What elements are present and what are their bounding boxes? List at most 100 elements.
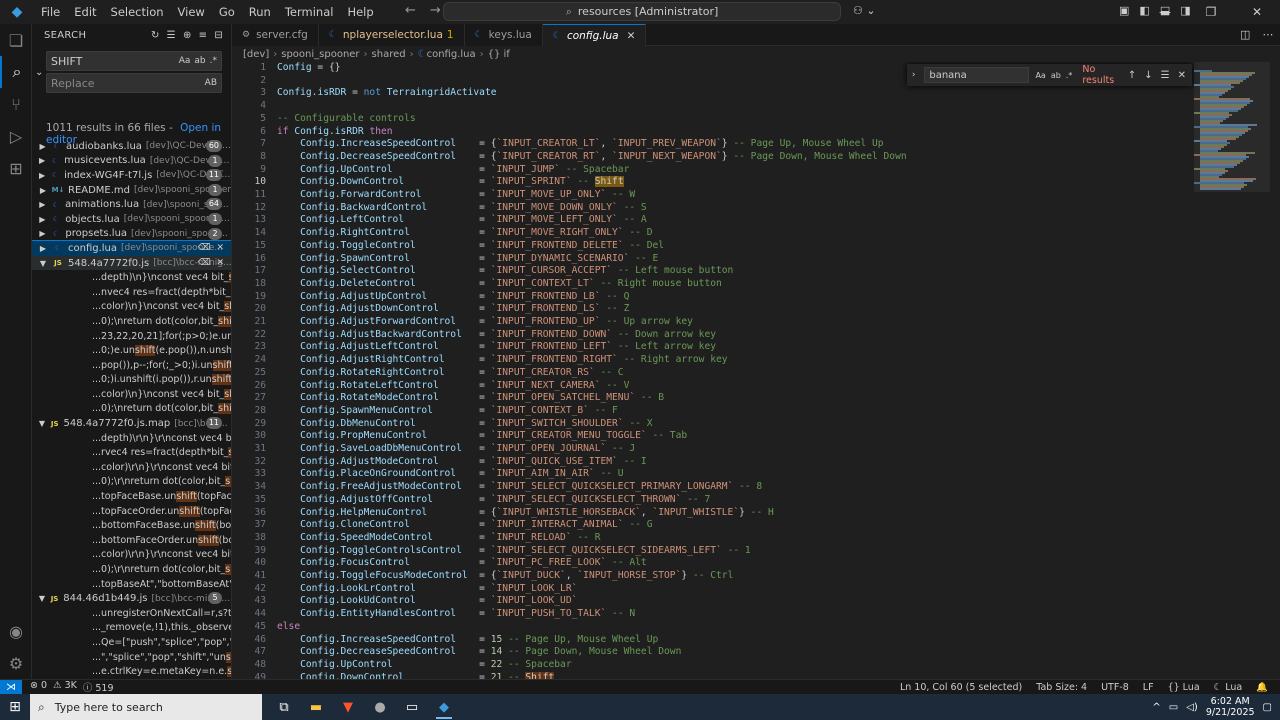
- find-regex-icon[interactable]: .*: [1066, 71, 1073, 80]
- match-whole-word-icon[interactable]: ab: [194, 56, 205, 66]
- replace-input[interactable]: [51, 76, 171, 90]
- app-icon[interactable]: ●: [364, 694, 396, 720]
- dismiss-icon[interactable]: ✕: [216, 243, 224, 253]
- result-match-row[interactable]: ...color)\n}\nconst vec4 bit_shift=vec4(…: [32, 300, 231, 315]
- taskbar-search[interactable]: ⌕ Type here to search: [30, 694, 262, 720]
- result-match-row[interactable]: ...depth)\r\n}\r\nconst vec4 bit_shift=v…: [32, 431, 231, 446]
- search-input-box[interactable]: Aa ab .*: [46, 51, 222, 71]
- extensions-icon[interactable]: ⊞: [0, 152, 32, 184]
- result-match-row[interactable]: ...0);\nreturn dot(color,bit_shift);\n}n…: [32, 314, 231, 329]
- chevron-right-icon[interactable]: ▶: [38, 186, 48, 195]
- result-match-row[interactable]: ...topFaceBase.unshift(topFaceBase.pop()…: [32, 489, 231, 504]
- customize-layout-icon[interactable]: ▣: [1119, 4, 1129, 17]
- tray-chevron-icon[interactable]: ^: [1152, 702, 1160, 713]
- menu-item-run[interactable]: Run: [242, 5, 278, 19]
- back-arrow-icon[interactable]: ←: [405, 3, 416, 18]
- chevron-down-icon[interactable]: ▼: [38, 594, 46, 603]
- result-file-row[interactable]: ▶ ☾ audiobanks.lua [dev]\QC-DevTools\... 60: [32, 139, 231, 154]
- chevron-down-icon[interactable]: ▼: [38, 259, 48, 268]
- brave-browser-icon[interactable]: ▼: [332, 694, 364, 720]
- result-match-row[interactable]: ...","splice","pop","shift","unshift"];f…: [32, 650, 231, 665]
- find-match-case-icon[interactable]: Aa: [1035, 71, 1045, 80]
- dismiss-icon[interactable]: ✕: [216, 258, 224, 268]
- result-match-row[interactable]: ...bottomFaceBase.unshift(bottomFaceBase…: [32, 518, 231, 533]
- forward-arrow-icon[interactable]: →: [430, 3, 441, 18]
- minimap[interactable]: [1194, 62, 1270, 679]
- result-match-row[interactable]: ...rvec4 res=fract(depth*bit_shift);\r\n…: [32, 445, 231, 460]
- result-match-row[interactable]: ...color)\r\n}\r\nconst vec4 bit_shift=v…: [32, 460, 231, 475]
- search-view-icon[interactable]: ⌕: [0, 56, 32, 88]
- result-match-row[interactable]: ...0);\r\nreturn dot(color,bit_shift);\r…: [32, 475, 231, 490]
- task-view-icon[interactable]: ⧉: [268, 694, 300, 720]
- result-file-row[interactable]: ▶☾propsets.lua[dev]\spooni_spooner\d...2: [32, 227, 231, 242]
- result-file-row[interactable]: ▶☾index-WG4F-t7l.js[dev]\QC-DevTools...1…: [32, 168, 231, 183]
- split-editor-icon[interactable]: ◫: [1240, 28, 1250, 41]
- chevron-right-icon[interactable]: ▶: [38, 229, 47, 238]
- vscode-taskbar-icon[interactable]: ◆: [428, 694, 460, 720]
- run-debug-icon[interactable]: ▷: [0, 120, 32, 152]
- problems-errors[interactable]: ⊗ 0: [30, 680, 47, 694]
- menu-item-terminal[interactable]: Terminal: [278, 5, 341, 19]
- result-match-row[interactable]: ...bottomFaceOrder.unshift(bottomFaceOrd…: [32, 533, 231, 548]
- result-match-row[interactable]: ...color)\n}\nconst vec4 bit_shift=vec4(…: [32, 387, 231, 402]
- chevron-down-icon[interactable]: ▼: [38, 419, 46, 428]
- close-find-icon[interactable]: ✕: [1178, 70, 1186, 81]
- more-actions-icon[interactable]: ⋯: [1262, 28, 1273, 41]
- chevron-right-icon[interactable]: ▶: [38, 156, 46, 165]
- result-match-row[interactable]: ...e.ctrlKey=e.metaKey=n.e.shiftKey=a}st…: [32, 664, 231, 679]
- result-file-row[interactable]: ▼ JS 548.4a7772f0.js.map[bcc]\bcc-mini...1…: [32, 416, 231, 431]
- language-mode[interactable]: {} Lua: [1168, 682, 1200, 693]
- cursor-position[interactable]: Ln 10, Col 60 (5 selected): [900, 682, 1022, 693]
- chevron-right-icon[interactable]: ▶: [38, 200, 47, 209]
- explorer-icon[interactable]: ❏: [0, 24, 32, 56]
- result-match-row[interactable]: ...unregisterOnNextCall=r,s?this._observ…: [32, 606, 231, 621]
- toggle-replace-icon[interactable]: ›: [907, 70, 920, 80]
- network-icon[interactable]: ▭: [1169, 702, 1178, 713]
- menu-item-view[interactable]: View: [171, 5, 212, 19]
- result-match-row[interactable]: ...topBaseAt","bottomBaseAt","unshift",.…: [32, 577, 231, 592]
- toggle-replace-chevron-icon[interactable]: ⌄: [35, 67, 43, 78]
- encoding[interactable]: UTF-8: [1101, 682, 1129, 693]
- problems-info[interactable]: ⓘ 519: [83, 680, 114, 694]
- match-case-icon[interactable]: Aa: [179, 56, 191, 66]
- result-file-row[interactable]: ▶☾musicevents.lua[dev]\QC-DevTools\c...1: [32, 154, 231, 169]
- result-file-row[interactable]: ▶☾objects.lua[dev]\spooni_spooner\dat...…: [32, 212, 231, 227]
- notifications-bell-icon[interactable]: 🔔: [1256, 682, 1268, 693]
- result-match-row[interactable]: ...0);\r\nreturn dot(color,bit_shift);\r…: [32, 562, 231, 577]
- copilot-icon[interactable]: ⚇ ⌄: [853, 4, 876, 17]
- result-match-row[interactable]: ...0;)e.unshift(e.pop()),n.unshift(n.pop…: [32, 343, 231, 358]
- menu-item-help[interactable]: Help: [340, 5, 380, 19]
- result-match-row[interactable]: ...0);\nreturn dot(color,bit_shift);\n}\…: [32, 402, 231, 417]
- chevron-right-icon[interactable]: ▶: [38, 244, 48, 253]
- replace-input-box[interactable]: AB: [46, 73, 222, 93]
- notification-center-icon[interactable]: ▢: [1263, 702, 1272, 713]
- chevron-right-icon[interactable]: ▶: [38, 171, 46, 180]
- windows-start-icon[interactable]: ⊞: [0, 699, 30, 715]
- account-icon[interactable]: ◉: [0, 615, 32, 647]
- terminal-icon[interactable]: ▭: [396, 694, 428, 720]
- clear-results-icon[interactable]: ☰: [167, 30, 176, 41]
- clock[interactable]: 6:02 AM 9/21/2025: [1206, 696, 1255, 718]
- result-file-row[interactable]: ▼ JS 548.4a7772f0.js [bcc]\bcc-minig... ⌫ ✕: [32, 255, 231, 271]
- tab-close-icon[interactable]: ✕: [627, 30, 636, 42]
- breadcrumb-item[interactable]: config.lua: [427, 49, 476, 60]
- volume-icon[interactable]: ◁): [1186, 702, 1198, 713]
- result-file-row[interactable]: ▶ ☾ config.lua [dev]\spooni_spoone... ⌫ ✕: [32, 240, 231, 257]
- use-regex-icon[interactable]: .*: [210, 56, 217, 66]
- chevron-right-icon[interactable]: ▶: [38, 215, 47, 224]
- result-match-row[interactable]: ...23,22,20,21];for(;p>0;)e.unshift(e.po…: [32, 329, 231, 344]
- code-editor[interactable]: 1 2 3 4 5 6 7 8 9 10 11 12 13 14 15 16 17 18 19 20 21 22 23 24 2…: [232, 62, 1280, 679]
- source-control-icon[interactable]: ⑂: [0, 88, 32, 120]
- find-whole-word-icon[interactable]: ab: [1051, 71, 1061, 80]
- remote-indicator-icon[interactable]: ⋊: [0, 679, 22, 695]
- find-in-selection-icon[interactable]: ☰: [1161, 70, 1170, 81]
- tab-size[interactable]: Tab Size: 4: [1036, 682, 1087, 693]
- collapse-all-icon[interactable]: ⊟: [214, 30, 223, 41]
- previous-match-icon[interactable]: ↑: [1128, 70, 1136, 81]
- result-match-row[interactable]: ...topFaceOrder.unshift(topFaceOrder.pop…: [32, 504, 231, 519]
- next-match-icon[interactable]: ↓: [1144, 70, 1152, 81]
- breadcrumb-item[interactable]: {} if: [488, 49, 510, 60]
- minimize-icon[interactable]: —: [1142, 0, 1188, 24]
- replace-all-in-file-icon[interactable]: ⌫: [198, 243, 211, 253]
- menu-item-file[interactable]: File: [34, 5, 67, 19]
